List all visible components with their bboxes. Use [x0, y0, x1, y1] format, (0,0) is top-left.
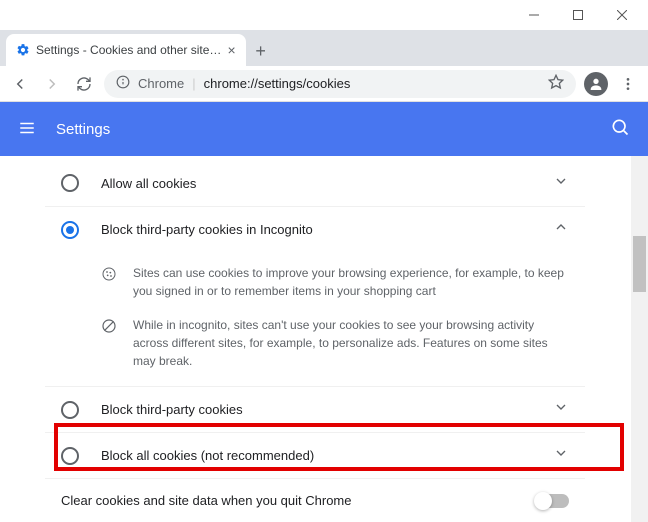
chevron-up-icon[interactable] — [553, 219, 569, 240]
gear-icon — [16, 43, 30, 57]
omnibox-url: chrome://settings/cookies — [204, 76, 351, 91]
expanded-description: Sites can use cookies to improve your br… — [45, 252, 585, 386]
close-tab-icon[interactable]: × — [227, 42, 235, 58]
search-icon[interactable] — [610, 117, 630, 142]
tab-strip: Settings - Cookies and other site… × + — [0, 30, 648, 66]
toolbar: Chrome | chrome://settings/cookies — [0, 66, 648, 102]
radio-unselected[interactable] — [61, 174, 79, 192]
browser-tab[interactable]: Settings - Cookies and other site… × — [6, 34, 246, 66]
bookmark-icon[interactable] — [548, 74, 564, 93]
site-info-icon[interactable] — [116, 75, 130, 92]
back-button[interactable] — [8, 72, 32, 96]
close-window-button[interactable] — [600, 1, 644, 29]
tab-title: Settings - Cookies and other site… — [36, 43, 221, 57]
settings-panel: Allow all cookies Block third-party cook… — [45, 156, 585, 522]
minimize-button[interactable] — [512, 1, 556, 29]
forward-button[interactable] — [40, 72, 64, 96]
radio-unselected[interactable] — [61, 401, 79, 419]
cookie-icon — [101, 264, 119, 300]
option-block-all[interactable]: Block all cookies (not recommended) — [45, 432, 585, 478]
window-titlebar — [0, 0, 648, 30]
block-icon — [101, 316, 119, 370]
scrollbar-track[interactable] — [631, 156, 648, 522]
toggle-switch-off[interactable] — [535, 494, 569, 508]
chevron-down-icon[interactable] — [553, 399, 569, 420]
scrollbar-thumb[interactable] — [633, 236, 646, 292]
settings-header: Settings — [0, 102, 648, 156]
option-block-incognito[interactable]: Block third-party cookies in Incognito — [45, 206, 585, 252]
new-tab-button[interactable]: + — [246, 36, 276, 66]
address-bar[interactable]: Chrome | chrome://settings/cookies — [104, 70, 576, 98]
radio-unselected[interactable] — [61, 447, 79, 465]
chevron-down-icon[interactable] — [553, 445, 569, 466]
maximize-button[interactable] — [556, 1, 600, 29]
option-allow-all[interactable]: Allow all cookies — [45, 160, 585, 206]
radio-selected[interactable] — [61, 221, 79, 239]
page-title: Settings — [56, 121, 110, 138]
toggle-clear-on-exit[interactable]: Clear cookies and site data when you qui… — [45, 478, 585, 522]
reload-button[interactable] — [72, 72, 96, 96]
hamburger-icon[interactable] — [18, 119, 38, 139]
option-block-third-party[interactable]: Block third-party cookies — [45, 386, 585, 432]
profile-avatar[interactable] — [584, 72, 608, 96]
omnibox-prefix: Chrome — [138, 76, 184, 91]
chevron-down-icon[interactable] — [553, 173, 569, 194]
menu-icon[interactable] — [616, 72, 640, 96]
